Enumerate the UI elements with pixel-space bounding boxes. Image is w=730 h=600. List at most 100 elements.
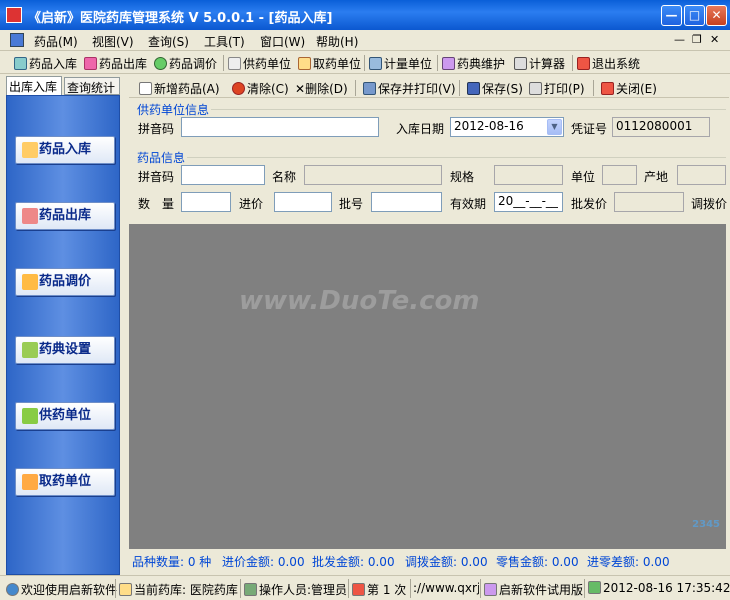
status-warehouse-label: 当前药库: 医院药库	[134, 583, 238, 597]
menu-tools[interactable]: 工具(T)	[204, 33, 245, 50]
window-title: 《启新》医院药库管理系统 V 5.0.0.1 - [药品入库]	[28, 11, 333, 26]
tool-drug-out[interactable]: 药品出库	[84, 55, 147, 72]
status-trial-label: 启新软件试用版	[499, 583, 584, 597]
watermark-logo: 2345	[692, 519, 720, 530]
status-separator	[115, 579, 116, 598]
book-icon	[442, 57, 455, 70]
drug-name-label: 名称	[272, 170, 297, 184]
nav-receiver[interactable]: 取药单位	[15, 468, 115, 496]
tool-pharmacopoeia-label: 药典维护	[457, 57, 506, 71]
delete-icon: ✕	[295, 82, 306, 96]
tab-query-stats[interactable]: 查询统计	[64, 77, 120, 95]
minimize-button[interactable]: —	[661, 5, 682, 26]
voucher-label: 凭证号	[571, 122, 608, 136]
qty-input[interactable]	[181, 192, 231, 212]
data-grid[interactable]: www.DuoTe.com 2345	[129, 224, 726, 549]
close-icon	[601, 82, 614, 95]
nav-supplier[interactable]: 供药单位	[15, 402, 115, 430]
save-print-button[interactable]: 保存并打印(V)	[363, 80, 456, 97]
toolbar-separator	[355, 80, 356, 96]
menu-help[interactable]: 帮助(H)	[316, 33, 358, 50]
status-operator: 操作人员:管理员	[244, 581, 347, 598]
tab-stock-in-out[interactable]: 出库入库	[6, 76, 62, 96]
entry-date-label: 入库日期	[396, 122, 445, 136]
summary-retail-amount: 零售金额: 0.00	[496, 555, 579, 569]
calculator-icon	[514, 57, 527, 70]
batch-input[interactable]	[371, 192, 442, 212]
mdi-minimize-icon[interactable]: —	[674, 33, 685, 46]
nav-pharmacopoeia[interactable]: 药典设置	[15, 336, 115, 364]
entry-date-picker[interactable]: 2012-08-16 ▼	[450, 117, 564, 137]
tool-unit[interactable]: 计量单位	[369, 55, 432, 72]
print-button[interactable]: 打印(P)	[529, 80, 585, 97]
watermark-text: www.DuoTe.com	[239, 286, 480, 316]
maximize-button[interactable]: □	[684, 5, 705, 26]
mdi-close-icon[interactable]: ✕	[710, 33, 719, 46]
new-drug-button[interactable]: 新增药品(A)	[139, 80, 220, 97]
drug-pinyin-input[interactable]	[181, 165, 265, 185]
tool-supplier[interactable]: 供药单位	[228, 55, 291, 72]
status-clock: 2012-08-16 17:35:42	[588, 581, 730, 595]
voucher-field: 0112080001	[612, 117, 710, 137]
tool-exit[interactable]: 退出系统	[577, 55, 640, 72]
chevron-down-icon[interactable]: ▼	[547, 119, 562, 135]
tool-calculator-label: 计算器	[529, 57, 566, 71]
toolbar-separator	[572, 55, 573, 71]
transfer-price-label: 调拨价	[691, 197, 728, 211]
toolbar-separator	[593, 80, 594, 96]
nav-drug-in[interactable]: 药品入库	[15, 136, 115, 164]
summary-bar: 品种数量: 0 种 进价金额: 0.00 批发金额: 0.00 调拨金额: 0.…	[129, 551, 729, 569]
summary-variety-count: 品种数量: 0 种	[132, 555, 212, 569]
tool-drug-out-label: 药品出库	[99, 57, 148, 71]
nav-price-adjust[interactable]: 药品调价	[15, 268, 115, 296]
counter-icon	[352, 583, 365, 596]
tool-pharmacopoeia[interactable]: 药典维护	[442, 55, 505, 72]
summary-cost-amount: 进价金额: 0.00	[222, 555, 305, 569]
tool-price-adjust[interactable]: 药品调价	[154, 55, 217, 72]
batch-label: 批号	[339, 197, 364, 211]
delete-button[interactable]: ✕删除(D)	[295, 80, 348, 97]
supplier-pinyin-input[interactable]	[181, 117, 379, 137]
status-warehouse: 当前药库: 医院药库	[119, 581, 238, 598]
price-adjust-icon	[154, 57, 167, 70]
menu-window[interactable]: 窗口(W)	[260, 33, 305, 50]
status-separator	[240, 579, 241, 598]
box-icon	[22, 474, 38, 490]
toolbar-separator	[364, 55, 365, 71]
nav-drug-out[interactable]: 药品出库	[15, 202, 115, 230]
menu-query[interactable]: 查询(S)	[148, 33, 189, 50]
summary-transfer-amount: 调拨金额: 0.00	[405, 555, 488, 569]
summary-price-diff: 进零差额: 0.00	[587, 555, 670, 569]
nav-supplier-label: 供药单位	[38, 408, 91, 423]
save-button[interactable]: 保存(S)	[467, 80, 523, 97]
close-form-button[interactable]: 关闭(E)	[601, 80, 657, 97]
close-button[interactable]: ✕	[706, 5, 727, 26]
origin-label: 产地	[644, 170, 669, 184]
supplier-pinyin-label: 拼音码	[138, 122, 175, 136]
unit-field	[602, 165, 637, 185]
status-operator-label: 操作人员:管理员	[259, 583, 348, 597]
expiry-input[interactable]: 20__-__-__	[494, 192, 563, 212]
status-separator	[348, 579, 349, 598]
tool-calculator[interactable]: 计算器	[514, 55, 565, 72]
status-count-label: 第 1 次	[367, 583, 407, 597]
tool-supplier-label: 供药单位	[243, 57, 292, 71]
new-document-icon	[139, 82, 152, 95]
drug-in-icon	[14, 57, 27, 70]
globe-icon	[6, 583, 19, 596]
menu-view[interactable]: 视图(V)	[92, 33, 134, 50]
tool-drug-in[interactable]: 药品入库	[14, 55, 77, 72]
tools-icon	[228, 57, 241, 70]
save-print-label: 保存并打印(V)	[378, 82, 456, 96]
tool-receiver[interactable]: 取药单位	[298, 55, 361, 72]
print-label: 打印(P)	[544, 82, 585, 96]
mdi-restore-icon[interactable]: ❐	[692, 33, 702, 46]
main-toolbar: 药品入库 药品出库 药品调价 供药单位 取药单位 计量单位 药典维护 计算器 退…	[0, 52, 730, 74]
clear-icon	[232, 82, 245, 95]
clear-button[interactable]: 清除(C)	[232, 80, 289, 97]
tool-exit-label: 退出系统	[592, 57, 641, 71]
expiry-label: 有效期	[450, 197, 487, 211]
tool-unit-label: 计量单位	[384, 57, 433, 71]
cost-input[interactable]	[274, 192, 332, 212]
menu-drug[interactable]: 药品(M)	[34, 33, 78, 50]
